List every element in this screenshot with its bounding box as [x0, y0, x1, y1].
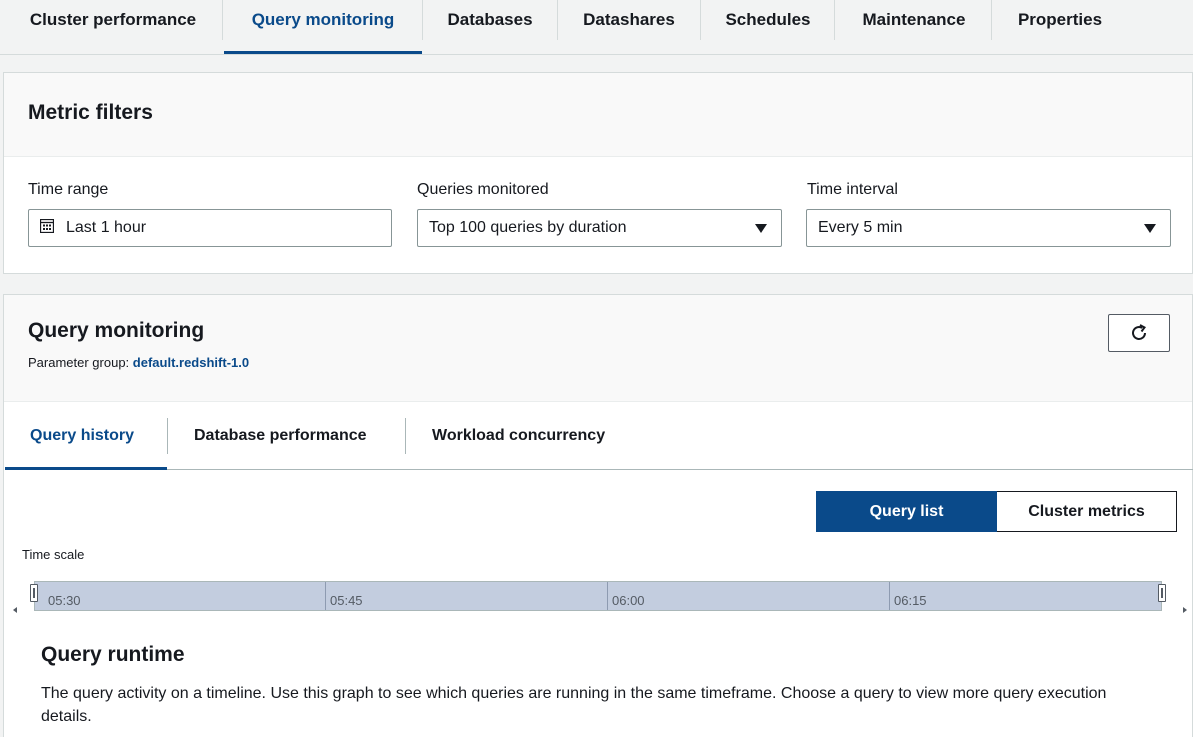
parameter-group: Parameter group: default.redshift-1.0 [28, 355, 249, 370]
tab-divider [557, 0, 558, 40]
tab-divider [167, 418, 168, 454]
query-monitoring-title: Query monitoring [28, 319, 205, 342]
query-list-toggle[interactable]: Query list [816, 491, 997, 532]
refresh-icon [1132, 324, 1146, 340]
tab-cluster-performance[interactable]: Cluster performance [28, 0, 198, 40]
sub-tabs-baseline [5, 469, 1193, 470]
time-scale-right-handle[interactable] [1158, 584, 1166, 602]
query-runtime-title: Query runtime [41, 643, 185, 666]
queries-monitored-label: Queries monitored [417, 181, 549, 198]
time-scale-brush[interactable]: 05:30 05:45 06:00 06:15 [34, 581, 1162, 611]
tab-datashares[interactable]: Datashares [566, 0, 692, 40]
tab-divider [834, 0, 835, 40]
tab-properties[interactable]: Properties [1000, 0, 1120, 40]
query-runtime-description: The query activity on a timeline. Use th… [41, 685, 1107, 725]
active-tab-indicator [224, 51, 422, 54]
tab-divider [991, 0, 992, 40]
queries-monitored-value: Top 100 queries by duration [429, 219, 627, 236]
scale-tick-label: 06:00 [612, 593, 645, 608]
metric-filters-header [4, 73, 1192, 157]
tab-workload-concurrency[interactable]: Workload concurrency [432, 420, 605, 452]
queries-monitored-select[interactable]: Top 100 queries by duration [417, 209, 782, 247]
calendar-icon [40, 219, 54, 234]
time-interval-select[interactable]: Every 5 min [806, 209, 1171, 247]
tab-schedules[interactable]: Schedules [708, 0, 828, 40]
scale-tick [607, 582, 608, 610]
cluster-metrics-toggle[interactable]: Cluster metrics [997, 491, 1177, 532]
metric-filters-title: Metric filters [28, 101, 153, 124]
caret-down-icon [755, 224, 767, 233]
scale-tick-label: 05:45 [330, 593, 363, 608]
time-range-label: Time range [28, 181, 109, 198]
tab-divider [405, 418, 406, 454]
time-interval-label: Time interval [807, 181, 898, 198]
tab-database-performance[interactable]: Database performance [194, 420, 367, 452]
parameter-group-link[interactable]: default.redshift-1.0 [133, 355, 249, 370]
refresh-button[interactable] [1108, 314, 1170, 352]
caret-down-icon [1144, 224, 1156, 233]
top-tab-bar: Cluster performance Query monitoring Dat… [0, 0, 1193, 55]
scroll-left-icon[interactable] [13, 607, 17, 613]
tab-query-history[interactable]: Query history [30, 420, 134, 452]
query-monitoring-header [4, 295, 1192, 402]
scale-tick [889, 582, 890, 610]
time-interval-value: Every 5 min [818, 219, 903, 236]
scroll-right-icon[interactable] [1183, 607, 1187, 613]
scale-tick-label: 06:15 [894, 593, 927, 608]
time-scale-left-handle[interactable] [30, 584, 38, 602]
scale-tick [325, 582, 326, 610]
tab-divider [422, 0, 423, 40]
active-sub-tab-indicator [5, 467, 167, 470]
tab-databases[interactable]: Databases [430, 0, 550, 40]
time-scale-label: Time scale [22, 547, 85, 562]
time-range-field[interactable]: Last 1 hour [28, 209, 392, 247]
tab-query-monitoring[interactable]: Query monitoring [224, 0, 422, 40]
parameter-group-label: Parameter group: [28, 355, 130, 370]
tab-divider [700, 0, 701, 40]
tab-divider [222, 0, 223, 40]
tab-maintenance[interactable]: Maintenance [842, 0, 986, 40]
scale-tick-label: 05:30 [48, 593, 81, 608]
time-range-value: Last 1 hour [66, 219, 147, 236]
